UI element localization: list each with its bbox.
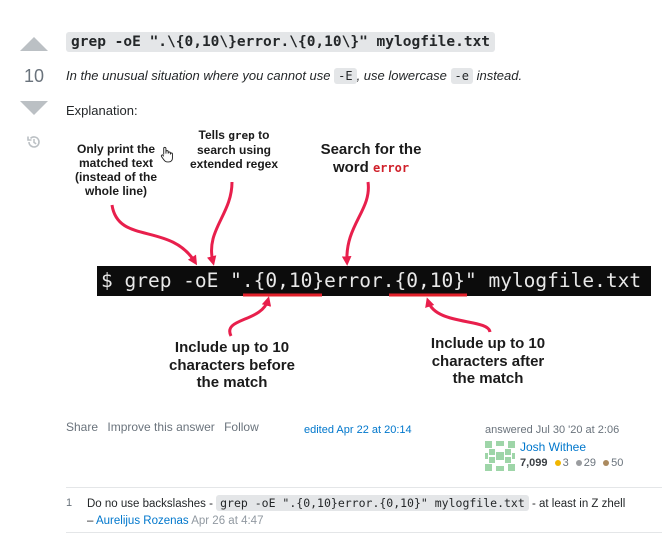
annotation-line: search using — [196, 142, 272, 157]
bronze-badge-icon — [603, 459, 610, 466]
avatar[interactable] — [485, 441, 515, 471]
silver-badge-count: 29 — [583, 457, 597, 469]
command-line-image: $ grep -oE ".{0,10}error.{0,10}" mylogfi… — [97, 266, 651, 296]
share-link[interactable]: Share — [66, 420, 98, 434]
annotation-line: whole line) — [84, 184, 147, 199]
author-name[interactable]: Josh Withee — [520, 440, 586, 454]
annotation-text: Tells — [198, 128, 229, 142]
annotation-line: the match — [452, 370, 524, 388]
reputation-score: 7,099 — [520, 457, 548, 469]
comment-bottom-divider — [66, 532, 662, 533]
annotation-line: word error — [304, 159, 438, 177]
comment: Do no use backslashes - grep -oE ".{0,10… — [87, 495, 662, 530]
annotation-chars-after: Include up to 10 characters after the ma… — [412, 335, 564, 388]
silver-badge-icon — [575, 459, 582, 466]
annotation-only-print: Only print the matched text (instead of … — [60, 142, 172, 199]
answer-intro: In the unusual situation where you canno… — [66, 68, 523, 84]
annotation-line: (instead of the — [74, 170, 157, 185]
annotation-chars-before: Include up to 10 characters before the m… — [158, 339, 306, 392]
annotation-code: error — [372, 160, 410, 175]
intro-code-1: -E — [334, 68, 357, 84]
cmd-suffix: " mylogfile.txt — [464, 269, 642, 292]
comment-score: 1 — [66, 497, 73, 509]
author-reputation: 7,099 3 29 50 — [520, 457, 623, 469]
upvote-button[interactable] — [20, 37, 48, 51]
comment-date[interactable]: Apr 26 at 4:47 — [191, 515, 263, 527]
follow-link[interactable]: Follow — [224, 420, 259, 434]
comment-code: grep -oE ".{0,10}error.{0,10}" mylogfile… — [216, 495, 529, 511]
intro-text-2: , use lowercase — [356, 68, 451, 83]
explanation-label: Explanation: — [66, 103, 138, 118]
cmd-pattern-before: .{0,10} — [241, 269, 325, 292]
annotation-line: Include up to 10 — [174, 339, 290, 356]
annotation-search-error: Search for the word error — [304, 141, 438, 176]
annotation-line: characters before — [169, 356, 295, 374]
improve-answer-link[interactable]: Improve this answer — [107, 420, 214, 434]
annotation-code: grep — [228, 129, 255, 142]
comment-dash: – — [87, 515, 96, 527]
comment-text-1: Do no use backslashes - — [87, 498, 217, 510]
intro-text-3: instead. — [472, 68, 523, 83]
comment-user-link[interactable]: Aurelijus Rozenas — [96, 515, 189, 527]
cmd-error: error — [324, 269, 383, 292]
vote-count: 10 — [23, 66, 45, 86]
edited-link[interactable]: edited Apr 22 at 20:14 — [304, 424, 412, 436]
annotation-text: to — [254, 128, 270, 142]
comment-divider — [66, 487, 662, 488]
answer-code-title: grep -oE ".\{0,10\}error.\{0,10\}" mylog… — [66, 32, 496, 52]
annotation-tells-grep: Tells grep to search using extended rege… — [180, 128, 288, 171]
history-icon[interactable] — [26, 134, 42, 150]
intro-code-2: -e — [450, 68, 473, 84]
cmd-pattern-after: .{0,10} — [382, 269, 465, 292]
annotation-line: extended regex — [189, 157, 279, 172]
bronze-badge-count: 50 — [611, 457, 624, 469]
answered-date: answered Jul 30 '20 at 2:06 — [485, 424, 620, 436]
annotation-line: Only print the — [77, 142, 155, 156]
annotation-text: word — [332, 158, 373, 176]
annotation-line: Include up to 10 — [430, 335, 546, 352]
gold-badge-icon — [554, 459, 561, 466]
cmd-prefix: $ grep -oE " — [101, 269, 242, 292]
intro-text-1: In the unusual situation where you canno… — [66, 68, 335, 83]
post-menu: Share Improve this answer Follow — [66, 420, 265, 434]
annotation-line: the match — [196, 374, 268, 392]
downvote-button[interactable] — [20, 101, 48, 115]
hand-cursor-icon — [160, 146, 173, 163]
annotation-line: characters after — [431, 352, 545, 370]
annotation-line: matched text — [78, 156, 154, 171]
annotation-line: Tells grep to — [180, 128, 288, 143]
comment-text-2: - at least in Z zhell — [528, 498, 626, 510]
annotation-line: Search for the — [320, 141, 422, 158]
gold-badge-count: 3 — [562, 457, 569, 469]
